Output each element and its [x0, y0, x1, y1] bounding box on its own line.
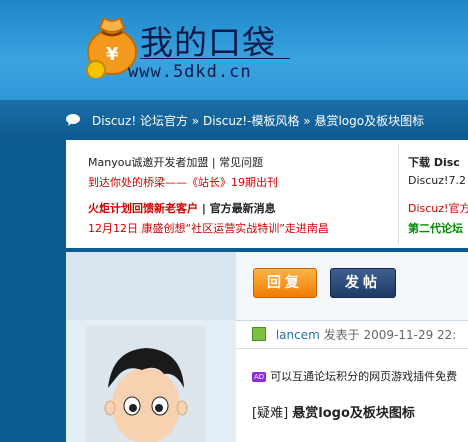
announcement-row-1: Manyou诚邀开发者加盟 | 常见问题	[88, 154, 263, 170]
svg-text:¥: ¥	[106, 44, 119, 65]
thread-prefix: [疑难]	[252, 406, 289, 421]
link-manyou[interactable]: Manyou诚邀开发者加盟	[88, 156, 208, 169]
post-author[interactable]: lancem	[276, 328, 320, 342]
ad-icon: AD	[252, 372, 267, 382]
posted-label: 发表于	[323, 328, 360, 342]
link-second-gen[interactable]: 第二代论坛	[408, 220, 463, 236]
separator: |	[198, 202, 210, 215]
link-discuz-official[interactable]: Discuz!官方	[408, 200, 468, 216]
new-post-button[interactable]: 发帖	[330, 268, 396, 298]
title-underline	[140, 58, 290, 59]
breadcrumb-separator: »	[303, 114, 311, 128]
post-date: 2009-11-29 22:	[363, 328, 457, 342]
thread-title: [疑难] 悬赏logo及板块图标	[252, 402, 415, 421]
thread-title-text: 悬赏logo及板块图标	[292, 406, 415, 421]
navigation-bar: Discuz! 论坛官方 » Discuz!-模板风格 » 悬赏logo及板块图…	[0, 100, 468, 140]
reply-button[interactable]: 回复	[253, 268, 317, 298]
breadcrumb-board[interactable]: Discuz!-模板风格	[203, 114, 299, 128]
announcement-right-1: 下载 Disc	[408, 154, 460, 170]
breadcrumb-separator: »	[191, 114, 200, 128]
link-discuz-download[interactable]: Disc	[434, 156, 460, 169]
post-meta: lancem 发表于 2009-11-29 22:	[252, 326, 457, 343]
link-faq[interactable]: 常见问题	[219, 156, 263, 169]
site-title[interactable]: 我的口袋	[140, 16, 276, 64]
label-download: 下载	[408, 156, 430, 169]
separator: |	[208, 156, 220, 169]
post-area: 回复 发帖 lancem 发表于 2009-11-29 22: AD 可以互通论坛…	[66, 252, 468, 442]
meta-divider	[236, 348, 468, 349]
breadcrumb-thread[interactable]: 悬赏logo及板块图标	[314, 114, 424, 128]
ad-line: AD 可以互通论坛积分的网页游戏插件免费	[252, 368, 457, 384]
author-column-header	[66, 252, 236, 320]
announcement-panel: Manyou诚邀开发者加盟 | 常见问题 到达你处的桥梁——《站长》19期出刊 …	[66, 140, 468, 248]
site-header: ¥ 我的口袋 www.5dkd.cn	[0, 0, 468, 100]
link-torch-plan[interactable]: 火炬计划回馈新老客户	[88, 202, 198, 215]
ad-link[interactable]: 可以互通论坛积分的网页游戏插件免费	[270, 370, 457, 383]
announcement-row-3: 火炬计划回馈新老客户 | 官方最新消息	[88, 200, 276, 216]
link-zhanzhang[interactable]: 到达你处的桥梁——《站长》19期出刊	[88, 174, 278, 190]
link-discuz-72[interactable]: Discuz!7.2	[408, 174, 466, 187]
breadcrumb-forum-home[interactable]: Discuz! 论坛官方	[92, 114, 188, 128]
link-training[interactable]: 12月12日 康盛创想“社区运营实战特训”走进南昌	[88, 220, 329, 236]
avatar[interactable]	[86, 326, 206, 442]
chat-bubble-icon	[66, 114, 80, 126]
breadcrumb: Discuz! 论坛官方 » Discuz!-模板风格 » 悬赏logo及板块图…	[92, 112, 424, 129]
announcement-divider	[398, 144, 399, 244]
link-official-news[interactable]: 官方最新消息	[210, 202, 276, 215]
site-url[interactable]: www.5dkd.cn	[128, 62, 252, 82]
